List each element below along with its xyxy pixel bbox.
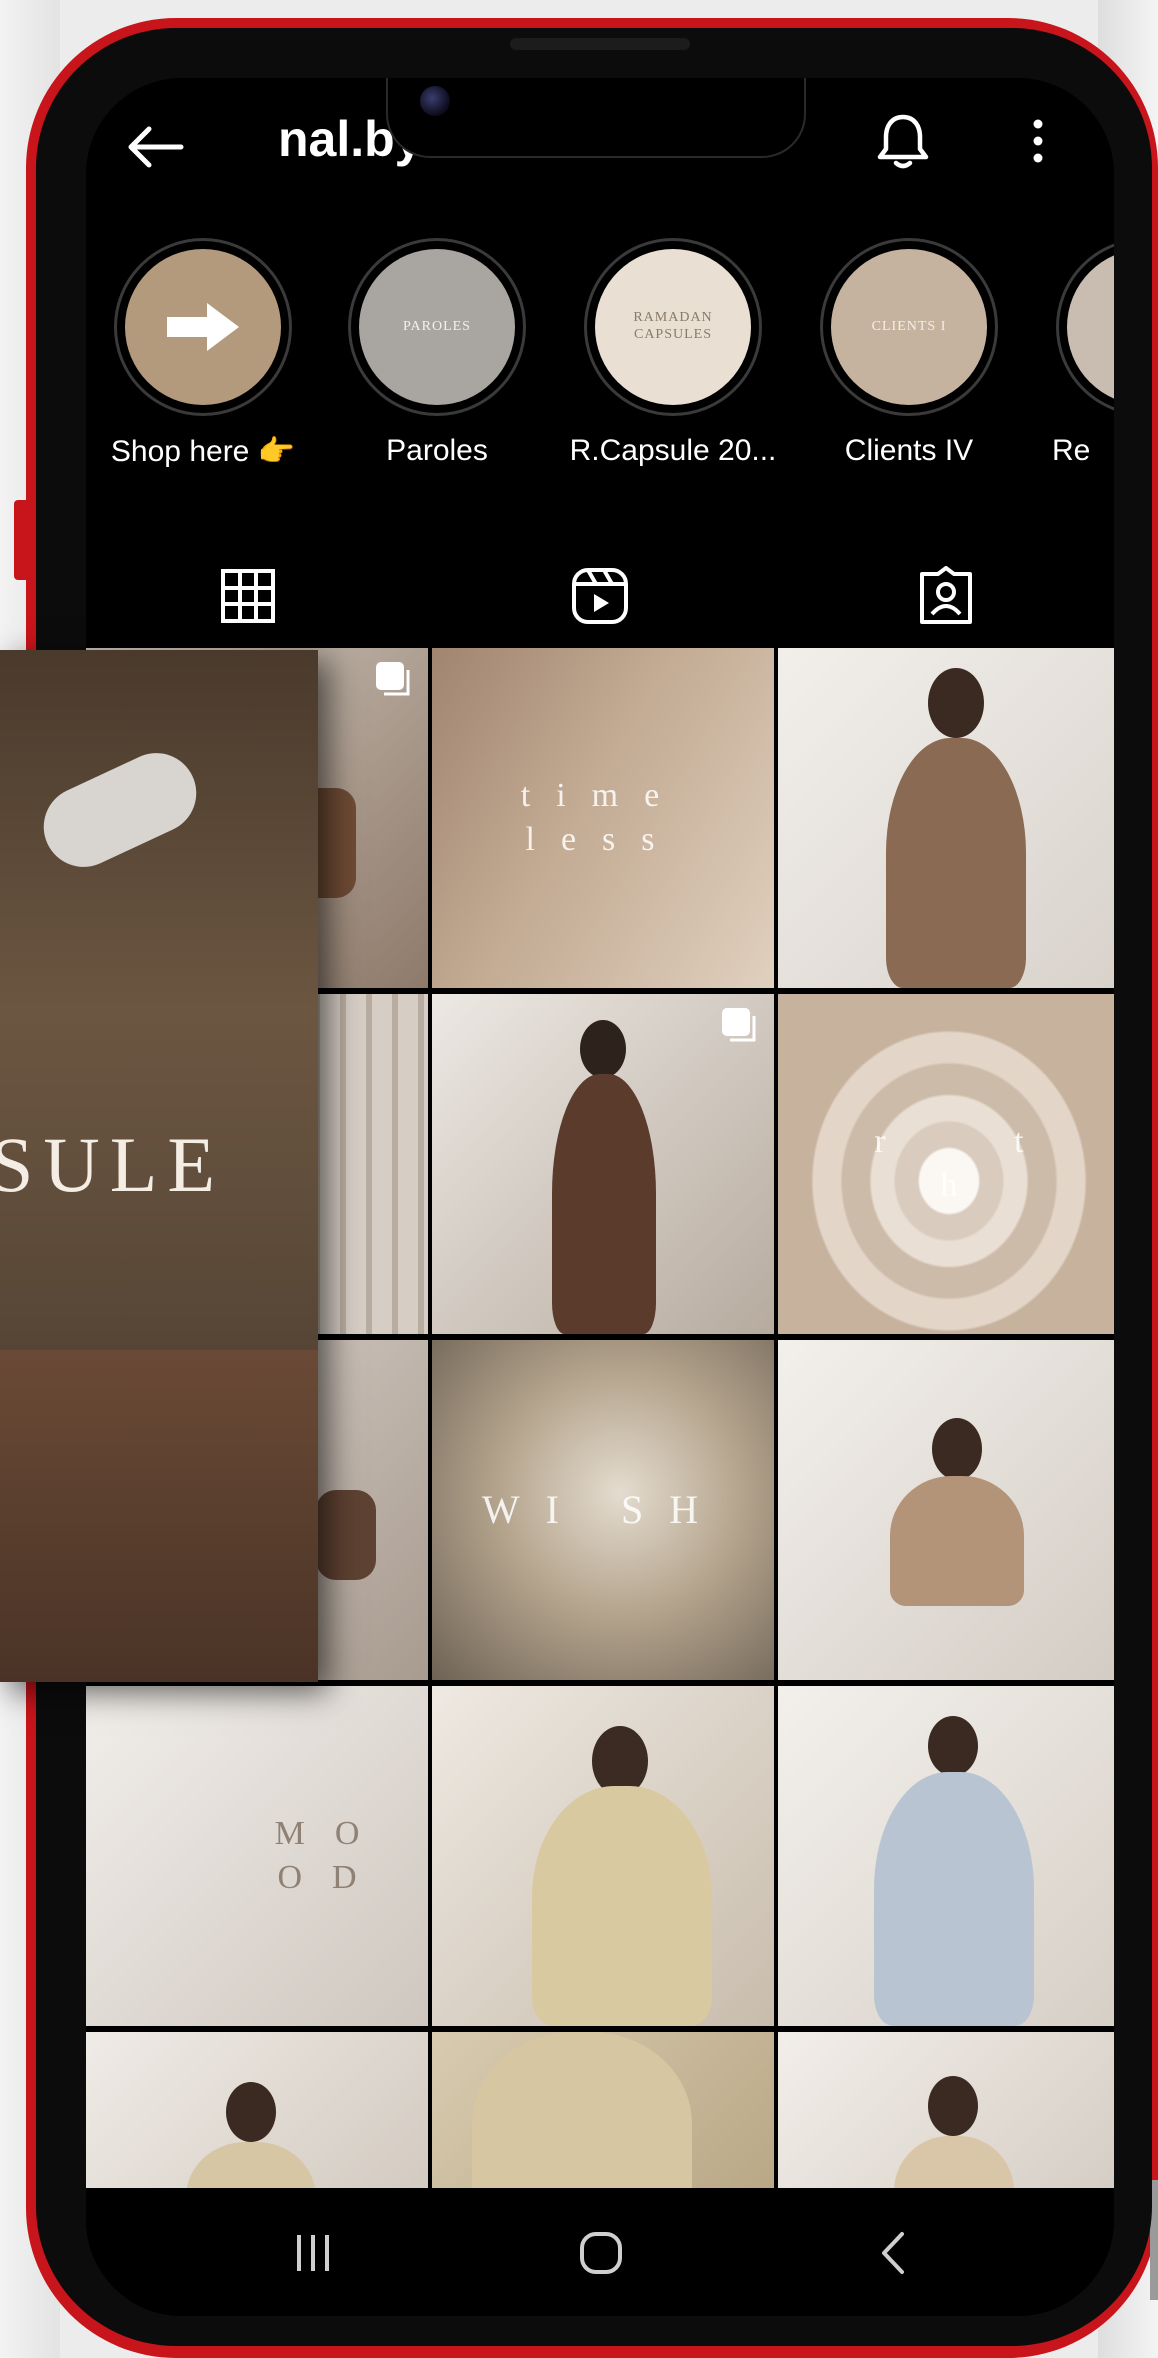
post-figure-head (226, 2082, 276, 2142)
highlight-label: Re (1052, 434, 1091, 467)
post-figure-body (890, 1476, 1024, 1606)
post-figure-body (532, 1786, 712, 2026)
highlight-cover (125, 249, 281, 405)
floating-post-title: SULE (0, 1121, 225, 1208)
highlight-clients-iv[interactable]: CLIENTS I Clients IV (816, 238, 1002, 468)
back-button[interactable] (122, 114, 188, 180)
recents-button[interactable] (278, 2218, 348, 2288)
post-overlay-text: r t h (874, 1122, 1084, 1204)
highlight-cover: RAMADAN CAPSULES (595, 249, 751, 405)
system-navigation-bar (86, 2188, 1114, 2316)
reels-icon (572, 568, 628, 624)
post-figure-head (932, 1418, 982, 1480)
highlight-label: Shop here 👉 (110, 435, 296, 468)
profile-tabs (86, 538, 1114, 660)
recents-icon (297, 2235, 329, 2271)
grid-post-2[interactable]: time less (432, 648, 774, 988)
tab-posts-grid[interactable] (208, 556, 288, 636)
post-overlay-text: time less (520, 776, 686, 858)
highlight-label: R.Capsule 20... (569, 434, 777, 467)
highlight-re[interactable]: R Re (1052, 238, 1114, 468)
highlight-cover: R (1067, 249, 1114, 405)
highlight-ring (114, 238, 292, 416)
home-icon (580, 2232, 622, 2274)
grid-post-10[interactable]: MO OD (86, 1686, 428, 2026)
phone-side-button (14, 500, 30, 580)
highlight-shop-here[interactable]: Shop here 👉 (110, 238, 296, 468)
floating-capsule-post: SULE (0, 650, 318, 1682)
arrow-left-icon (128, 126, 184, 168)
tab-reels[interactable] (560, 556, 640, 636)
back-nav-button[interactable] (858, 2218, 928, 2288)
post-figure-body (874, 1772, 1034, 2026)
grid-post-6[interactable]: r t h (778, 994, 1114, 1334)
home-button[interactable] (566, 2218, 636, 2288)
highlight-ring: RAMADAN CAPSULES (584, 238, 762, 416)
grid-post-13[interactable] (86, 2032, 428, 2212)
post-figure-body (886, 738, 1026, 988)
post-figure-head (928, 668, 984, 738)
grid-icon (221, 569, 275, 623)
post-rug-shape (0, 1350, 318, 1682)
post-figure-body (472, 2032, 692, 2212)
grid-post-11[interactable] (432, 1686, 774, 2026)
more-vertical-icon (1033, 119, 1043, 163)
multiple-posts-icon (722, 1008, 756, 1042)
phone-speaker (510, 38, 690, 50)
post-figure-head (580, 1020, 626, 1078)
highlight-label: Clients IV (844, 434, 974, 467)
notifications-button[interactable] (870, 108, 936, 174)
grid-post-5[interactable] (432, 994, 774, 1334)
tab-tagged[interactable] (906, 556, 986, 636)
post-arm-shape (30, 739, 210, 881)
front-camera (420, 86, 450, 116)
camera-notch (386, 78, 806, 158)
back-chevron-icon (882, 2232, 904, 2274)
multiple-posts-icon (376, 662, 410, 696)
post-figure-body (552, 1074, 656, 1334)
grid-post-15[interactable] (778, 2032, 1114, 2212)
post-figure-head (928, 1716, 978, 1776)
grid-post-8[interactable]: WI SH (432, 1340, 774, 1680)
post-overlay-text: MO OD (274, 1814, 390, 1896)
highlight-cover: CLIENTS I (831, 249, 987, 405)
grid-post-9[interactable] (778, 1340, 1114, 1680)
tagged-user-icon (920, 566, 972, 624)
bell-icon (877, 114, 929, 169)
story-highlights: Shop here 👉 PAROLES Paroles RAMADAN CAPS… (86, 238, 1114, 478)
post-figure (316, 1490, 376, 1580)
grid-post-3[interactable] (778, 648, 1114, 988)
arrow-right-icon (167, 303, 239, 351)
post-figure-head (928, 2076, 978, 2136)
grid-post-14[interactable] (432, 2032, 774, 2212)
post-overlay-text: WI SH (481, 1487, 725, 1532)
highlight-label: Paroles (386, 434, 488, 467)
highlight-ring: PAROLES (348, 238, 526, 416)
highlight-ring: R (1056, 238, 1114, 416)
highlight-rcapsule[interactable]: RAMADAN CAPSULES R.Capsule 20... (570, 238, 776, 468)
highlight-ring: CLIENTS I (820, 238, 998, 416)
grid-post-12[interactable] (778, 1686, 1114, 2026)
highlight-cover: PAROLES (359, 249, 515, 405)
highlight-paroles[interactable]: PAROLES Paroles (344, 238, 530, 468)
more-options-button[interactable] (1018, 108, 1058, 174)
